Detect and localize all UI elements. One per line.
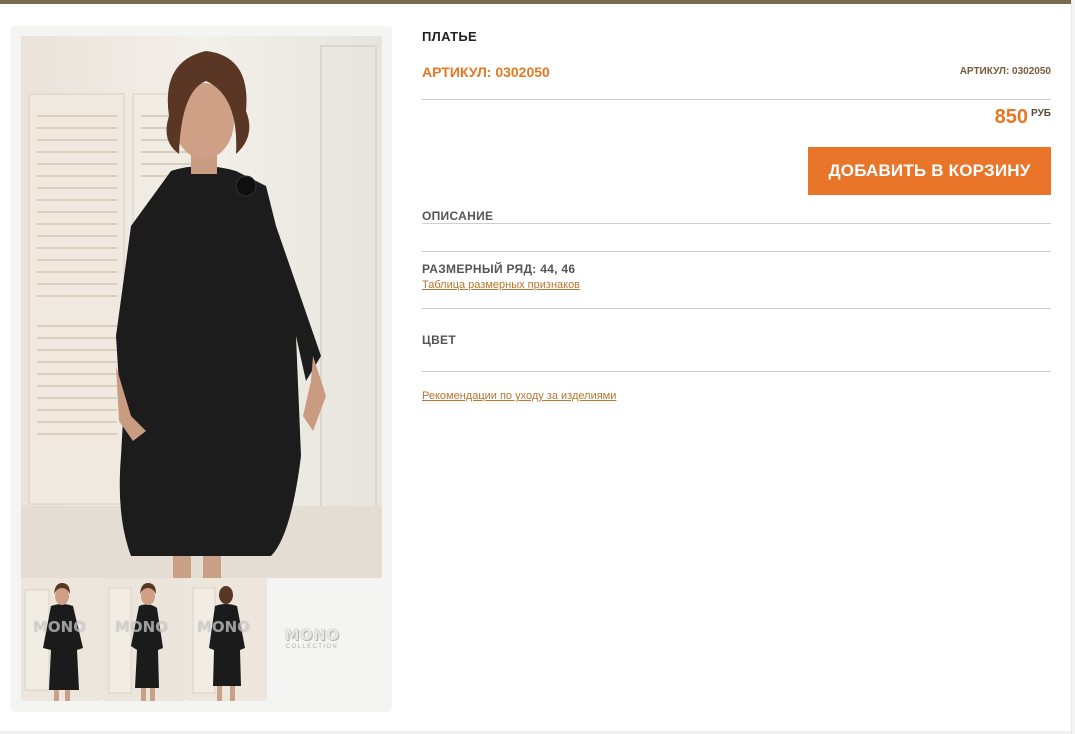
top-border bbox=[0, 0, 1071, 4]
logo-text: MONO bbox=[284, 626, 340, 644]
price-currency: РУБ bbox=[1031, 108, 1051, 119]
logo-subtext: COLLECTION bbox=[285, 644, 339, 650]
thumbnail-back[interactable]: MONO bbox=[185, 578, 267, 701]
size-range: РАЗМЕРНЫЙ РЯД: 44, 46 bbox=[422, 262, 576, 276]
divider bbox=[422, 251, 1051, 252]
thumbnail-image bbox=[21, 578, 103, 701]
thumbnail-strip: MONO MONO MONO MONO COLLECTION bbox=[21, 578, 382, 701]
right-border bbox=[1071, 0, 1075, 734]
size-table-link[interactable]: Таблица размерных признаков bbox=[422, 279, 580, 291]
main-photo-image bbox=[21, 36, 382, 578]
care-recommendations-link[interactable]: Рекомендации по уходу за изделиями bbox=[422, 390, 616, 402]
thumbnail-image bbox=[185, 578, 267, 701]
product-sku-small: АРТИКУЛ: 0302050 bbox=[959, 66, 1051, 77]
divider bbox=[422, 308, 1051, 309]
add-to-cart-button[interactable]: ДОБАВИТЬ В КОРЗИНУ bbox=[808, 147, 1051, 195]
description-heading: ОПИСАНИЕ bbox=[422, 209, 494, 223]
thumbnail-front[interactable]: MONO bbox=[21, 578, 103, 701]
divider bbox=[422, 99, 1051, 100]
mono-collection-logo[interactable]: MONO COLLECTION bbox=[267, 578, 357, 701]
product-sku: АРТИКУЛ: 0302050 bbox=[422, 64, 550, 80]
divider bbox=[422, 223, 1051, 224]
divider bbox=[422, 371, 1051, 372]
product-price: 850 РУБ bbox=[995, 106, 1051, 129]
color-heading: ЦВЕТ bbox=[422, 333, 456, 347]
thumbnail-watermark: MONO bbox=[115, 618, 168, 636]
thumbnail-watermark: MONO bbox=[197, 618, 250, 636]
main-product-photo[interactable] bbox=[21, 36, 382, 578]
price-value: 850 bbox=[994, 106, 1029, 128]
product-title: ПЛАТЬЕ bbox=[422, 29, 477, 44]
thumbnail-watermark: MONO bbox=[33, 618, 86, 636]
thumbnail-side[interactable]: MONO bbox=[103, 578, 185, 701]
thumbnail-image bbox=[103, 578, 185, 701]
product-gallery: MONO MONO MONO MONO COLLECTION bbox=[11, 26, 392, 712]
